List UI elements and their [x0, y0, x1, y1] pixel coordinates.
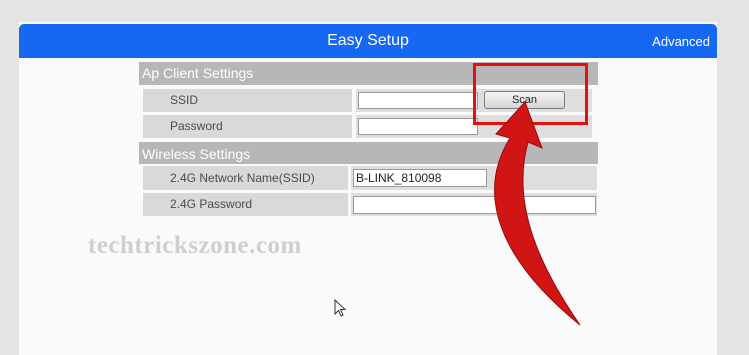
network-name-input[interactable]: [353, 169, 487, 187]
ssid-input[interactable]: [358, 92, 478, 109]
curved-arrow-icon: [494, 101, 581, 326]
page-title: Easy Setup: [327, 32, 409, 49]
header-bar: Easy Setup Advanced: [19, 24, 717, 58]
password-input[interactable]: [358, 118, 478, 135]
network-name-label: 2.4G Network Name(SSID): [143, 166, 348, 190]
mouse-pointer-icon: [334, 299, 347, 317]
advanced-link[interactable]: Advanced: [652, 34, 710, 49]
wireless-password-label: 2.4G Password: [143, 193, 348, 216]
ssid-label: SSID: [143, 89, 352, 112]
watermark-text: techtrickszone.com: [88, 232, 302, 259]
password-label: Password: [143, 115, 352, 138]
